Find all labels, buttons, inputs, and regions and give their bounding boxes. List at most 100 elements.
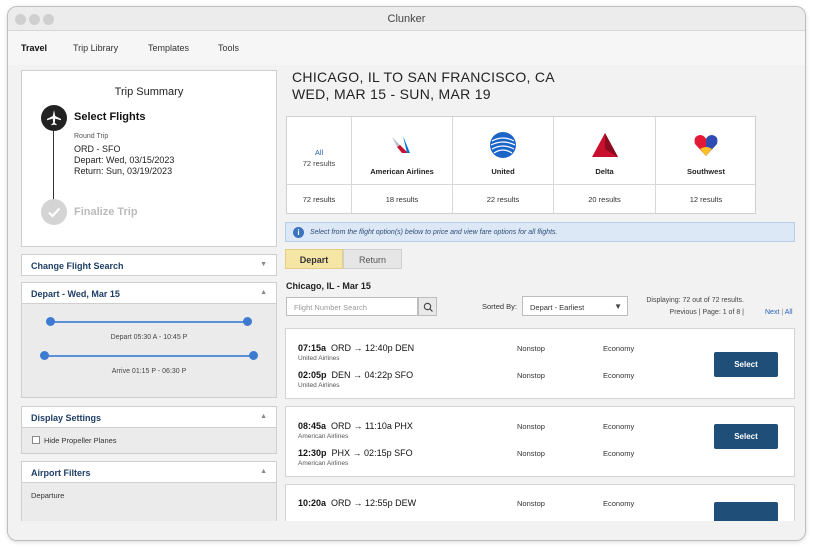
flight-segment-2: 02:05p DEN → 04:22p SFO — [298, 370, 413, 380]
segment-airline: United Airlines — [298, 355, 340, 362]
flight-number-search-input[interactable]: Flight Number Search — [286, 297, 418, 316]
sort-value: Depart - Earliest — [530, 303, 585, 312]
hide-propeller-checkbox[interactable] — [32, 436, 40, 444]
step-finalize-trip: Finalize Trip — [74, 206, 138, 218]
display-settings-header[interactable]: Display Settings ▲ — [21, 406, 277, 428]
depart-time: 07:15a — [298, 343, 327, 353]
trip-type: Round Trip — [74, 133, 109, 140]
window-title: Clunker — [387, 13, 426, 25]
trip-summary-panel: Trip Summary Select Flights Round Trip O… — [21, 70, 277, 247]
depart-time: 12:30p — [298, 448, 327, 458]
depart-filter-label: Depart - Wed, Mar 15 — [31, 289, 120, 299]
flight-card: 08:45a ORD → 11:10a PHX American Airline… — [285, 406, 795, 477]
arrive-range-label: Arrive 01:15 P - 06:30 P — [111, 368, 187, 375]
segment-airline: American Airlines — [298, 460, 349, 467]
airline-united-column[interactable]: United 22 results — [452, 117, 553, 213]
airline-american-column[interactable]: American Airlines 18 results — [351, 117, 452, 213]
arrive-slider-max-handle[interactable] — [249, 351, 258, 360]
depart-slider-min-handle[interactable] — [46, 317, 55, 326]
segment-stops: Nonstop — [517, 344, 545, 353]
airline-count-delta: 20 results — [588, 195, 621, 204]
change-flight-search-header[interactable]: Change Flight Search ▼ — [21, 254, 277, 276]
depart-filter-body: Depart 05:30 A - 10:45 P Arrive 01:15 P … — [21, 304, 277, 398]
flight-card: 07:15a ORD → 12:40p DEN United Airlines … — [285, 328, 795, 399]
leg-title: Chicago, IL - Mar 15 — [286, 281, 371, 291]
segment-cabin: Economy — [603, 499, 635, 508]
segment-route: DEN → 04:22p SFO — [331, 370, 414, 380]
airline-all-count: 72 results — [302, 195, 336, 204]
trip-summary-title: Trip Summary — [114, 86, 184, 98]
trip-depart-date: Depart: Wed, 03/15/2023 — [74, 155, 175, 165]
pager-separator: | — [781, 309, 784, 316]
sort-select[interactable]: Depart - Earliest ▼ — [522, 296, 628, 316]
window-bottom-edge — [8, 521, 805, 540]
title-bar: Clunker — [8, 7, 805, 31]
trip-return-date: Return: Sun, 03/19/2023 — [74, 166, 173, 176]
depart-time: 08:45a — [298, 421, 327, 431]
select-flight-button[interactable]: Select — [714, 424, 778, 449]
trip-route: ORD - SFO — [74, 144, 121, 154]
menu-travel[interactable]: Travel — [21, 43, 47, 53]
info-icon: i — [293, 227, 304, 238]
american-airlines-logo — [392, 136, 410, 153]
depart-filter-header[interactable]: Depart - Wed, Mar 15 ▲ — [21, 282, 277, 304]
info-message: Select from the flight option(s) below t… — [310, 229, 558, 236]
menu-bar: Travel Trip Library Templates Tools — [8, 31, 805, 65]
segment-stops: Nonstop — [517, 449, 545, 458]
arrive-slider-min-handle[interactable] — [40, 351, 49, 360]
depart-time-slider[interactable] — [50, 321, 248, 323]
airline-all-column[interactable]: All 72 results 72 results — [287, 117, 351, 213]
pager-next-link[interactable]: Next — [765, 309, 779, 316]
checkmark-icon — [41, 199, 67, 225]
flight-segment-1: 07:15a ORD → 12:40p DEN — [298, 343, 414, 353]
segment-cabin: Economy — [603, 422, 635, 431]
pager-nav: Next | All — [765, 309, 793, 316]
airline-filter-grid: All 72 results 72 results American Airli… — [286, 116, 756, 214]
depart-slider-max-handle[interactable] — [243, 317, 252, 326]
segment-cabin: Economy — [603, 371, 635, 380]
chevron-down-icon: ▼ — [260, 261, 267, 268]
segment-cabin: Economy — [603, 449, 635, 458]
departure-filter-label: Departure — [31, 491, 65, 500]
segment-airline: American Airlines — [298, 433, 349, 440]
sort-label: Sorted By: — [482, 302, 518, 311]
segment-cabin: Economy — [603, 344, 635, 353]
dropdown-arrow-icon: ▼ — [614, 302, 622, 311]
select-flight-button[interactable]: Select — [714, 352, 778, 377]
menu-templates[interactable]: Templates — [148, 43, 189, 53]
depart-range-label: Depart 05:30 A - 10:45 P — [110, 334, 188, 341]
display-settings-label: Display Settings — [31, 413, 102, 423]
united-globe-logo — [490, 132, 516, 158]
airline-name-american: American Airlines — [370, 167, 434, 176]
search-button[interactable] — [418, 297, 437, 316]
airline-southwest-column[interactable]: Southwest 12 results — [655, 117, 756, 213]
chevron-up-icon: ▲ — [260, 468, 267, 475]
info-banner: i Select from the flight option(s) below… — [285, 222, 795, 242]
change-flight-search-label: Change Flight Search — [31, 261, 124, 271]
chevron-up-icon: ▲ — [260, 413, 267, 420]
airport-filters-body: Departure — [21, 483, 277, 523]
menu-trip-library[interactable]: Trip Library — [73, 43, 118, 53]
tab-return[interactable]: Return — [343, 249, 402, 269]
segment-stops: Nonstop — [517, 499, 545, 508]
airport-filters-label: Airport Filters — [31, 468, 91, 478]
menu-tools[interactable]: Tools — [218, 43, 239, 53]
segment-route: ORD → 12:40p DEN — [331, 343, 415, 353]
segment-route: ORD → 12:55p DEW — [331, 498, 417, 508]
airplane-icon — [41, 105, 67, 131]
airline-delta-column[interactable]: Delta 20 results — [553, 117, 655, 213]
route-title: CHICAGO, IL TO SAN FRANCISCO, CA — [292, 69, 555, 85]
airline-count-american: 18 results — [385, 195, 419, 204]
airline-all-link[interactable]: All — [287, 148, 351, 157]
arrive-time-slider[interactable] — [44, 355, 254, 357]
airline-name-united: United — [491, 167, 515, 176]
pager-all-link[interactable]: All — [785, 309, 793, 316]
airline-name-southwest: Southwest — [687, 167, 725, 176]
flight-segment-1: 08:45a ORD → 11:10a PHX — [298, 421, 413, 431]
depart-time: 02:05p — [298, 370, 327, 380]
tab-depart[interactable]: Depart — [285, 249, 343, 269]
airport-filters-header[interactable]: Airport Filters ▲ — [21, 461, 277, 483]
hide-propeller-label: Hide Propeller Planes — [44, 436, 117, 445]
results-count: Displaying: 72 out of 72 results. — [646, 297, 744, 304]
segment-airline: United Airlines — [298, 382, 340, 389]
